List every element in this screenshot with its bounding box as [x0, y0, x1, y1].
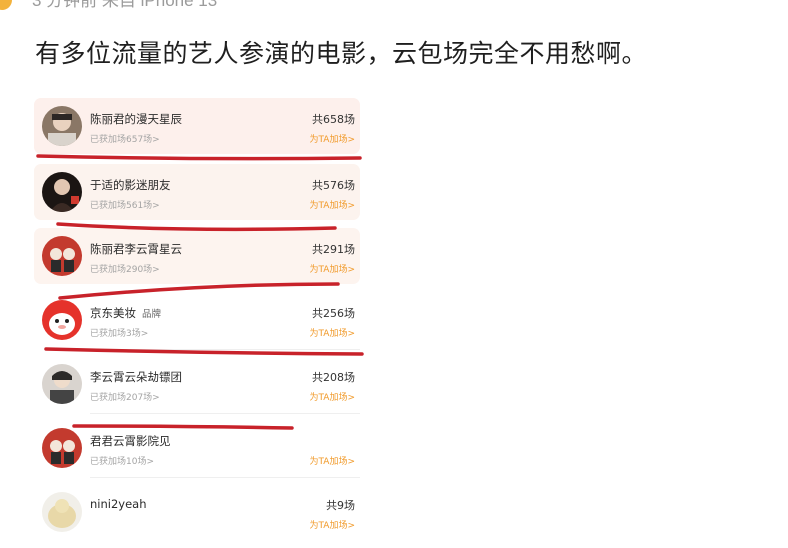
total-count: 共576场: [312, 179, 355, 192]
list-item[interactable]: 陈丽君的漫天星辰 已获加场657场> 共658场 为TA加场>: [34, 96, 360, 156]
fan-group-name: 君君云霄影院见: [90, 434, 171, 448]
total-count: 共208场: [312, 371, 355, 384]
fan-group-name: 京东美妆 品牌: [90, 306, 162, 320]
list-item[interactable]: 陈丽君李云霄星云 已获加场290场> 共291场 为TA加场>: [34, 226, 360, 286]
added-count[interactable]: 已获加场561场>: [90, 198, 160, 211]
add-screening-link[interactable]: 为TA加场>: [310, 198, 356, 211]
avatar: [42, 492, 82, 532]
divider: [90, 413, 360, 414]
fan-group-name: 李云霄云朵劫镖团: [90, 370, 182, 384]
total-count: 共658场: [312, 113, 355, 126]
author-avatar[interactable]: [0, 0, 12, 10]
add-screening-link[interactable]: 为TA加场>: [310, 132, 356, 145]
fan-group-name: 陈丽君的漫天星辰: [90, 112, 182, 126]
avatar: [42, 106, 82, 146]
post-text: 有多位流量的艺人参演的电影，云包场完全不用愁啊。: [35, 39, 648, 68]
divider: [90, 349, 360, 350]
list-item[interactable]: 李云霄云朵劫镖团 已获加场207场> 共208场 为TA加场>: [34, 354, 360, 414]
fan-group-name: nini2yeah: [90, 497, 147, 511]
avatar: [42, 172, 82, 212]
added-count[interactable]: 已获加场10场>: [90, 454, 154, 467]
avatar: [42, 236, 82, 276]
divider: [90, 477, 360, 478]
avatar: [42, 364, 82, 404]
add-screening-link[interactable]: 为TA加场>: [310, 454, 356, 467]
list-item[interactable]: 于适的影迷朋友 已获加场561场> 共576场 为TA加场>: [34, 162, 360, 222]
embedded-screenshot: 陈丽君的漫天星辰 已获加场657场> 共658场 为TA加场> 于适的影迷朋友 …: [34, 96, 368, 548]
added-count[interactable]: 已获加场207场>: [90, 390, 160, 403]
add-screening-link[interactable]: 为TA加场>: [310, 518, 356, 531]
total-count: 共291场: [312, 243, 355, 256]
total-count: 共9场: [326, 499, 355, 512]
list-item[interactable]: 君君云霄影院见 已获加场10场> 为TA加场>: [34, 418, 360, 478]
brand-badge: 品牌: [142, 309, 162, 320]
list-item[interactable]: 京东美妆 品牌 已获加场3场> 共256场 为TA加场>: [34, 290, 360, 350]
avatar: [42, 428, 82, 468]
fan-group-name: 于适的影迷朋友: [90, 178, 171, 192]
added-count[interactable]: 已获加场657场>: [90, 132, 160, 145]
added-count[interactable]: 已获加场3场>: [90, 326, 148, 339]
fan-group-name: 陈丽君李云霄星云: [90, 242, 182, 256]
add-screening-link[interactable]: 为TA加场>: [310, 390, 356, 403]
added-count[interactable]: 已获加场290场>: [90, 262, 160, 275]
list-item[interactable]: nini2yeah 共9场 为TA加场>: [34, 482, 360, 542]
post-meta: 3 分钟前 来自 iPhone 13: [32, 0, 218, 10]
add-screening-link[interactable]: 为TA加场>: [310, 262, 356, 275]
total-count: 共256场: [312, 307, 355, 320]
post-meta-header: 3 分钟前 来自 iPhone 13: [0, 0, 788, 10]
add-screening-link[interactable]: 为TA加场>: [310, 326, 356, 339]
avatar: [42, 300, 82, 340]
